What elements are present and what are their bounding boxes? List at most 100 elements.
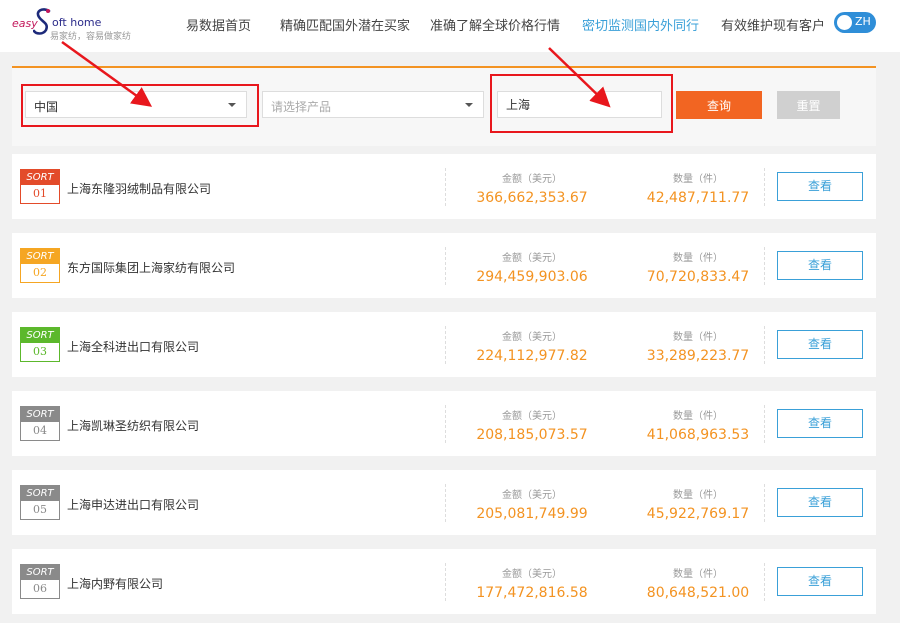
divider (445, 247, 446, 285)
divider (445, 484, 446, 522)
quantity-value: 41,068,963.53 (646, 427, 750, 443)
divider (764, 247, 765, 285)
view-button[interactable]: 查看 (777, 488, 863, 517)
amount-metric: 金额（美元） 208,185,073.57 (462, 407, 602, 443)
view-button[interactable]: 查看 (777, 330, 863, 359)
result-row: SORT 03 上海全科进出口有限公司 金额（美元） 224,112,977.8… (12, 312, 876, 377)
rank-number: 02 (33, 266, 47, 279)
rank-number: 06 (33, 582, 47, 595)
quantity-value: 33,289,223.77 (646, 348, 750, 364)
divider (445, 326, 446, 364)
rank-badge-label: SORT (21, 328, 59, 343)
quantity-value: 45,922,769.17 (646, 506, 750, 522)
quantity-label: 数量（件） (673, 253, 723, 264)
top-header: easy oft home 易家纺，容易做家纺 易数据首页 精确匹配国外潜在买家… (0, 0, 900, 52)
nav-item-competitors[interactable]: 密切监测国内外同行 (582, 15, 699, 34)
result-row: SORT 01 上海东隆羽绒制品有限公司 金额（美元） 366,662,353.… (12, 154, 876, 219)
amount-label: 金额（美元） (502, 253, 562, 264)
divider (764, 484, 765, 522)
quantity-metric: 数量（件） 41,068,963.53 (628, 407, 768, 443)
divider (764, 563, 765, 601)
query-button[interactable]: 查询 (676, 91, 762, 119)
view-button[interactable]: 查看 (777, 251, 863, 280)
amount-value: 208,185,073.57 (476, 427, 588, 443)
company-name: 上海内野有限公司 (67, 577, 164, 591)
logo[interactable]: easy oft home 易家纺，容易做家纺 (12, 6, 142, 46)
quantity-metric: 数量（件） 45,922,769.17 (628, 486, 768, 522)
company-name: 上海申达进出口有限公司 (67, 498, 200, 512)
rank-number: 03 (33, 345, 47, 358)
rank-badge: SORT 02 (20, 248, 60, 283)
amount-value: 224,112,977.82 (476, 348, 588, 364)
divider (445, 563, 446, 601)
quantity-metric: 数量（件） 70,720,833.47 (628, 249, 768, 285)
quantity-label: 数量（件） (673, 569, 723, 580)
company-name: 东方国际集团上海家纺有限公司 (67, 261, 236, 275)
language-toggle[interactable]: ZH (834, 12, 876, 33)
quantity-metric: 数量（件） 80,648,521.00 (628, 565, 768, 601)
logo-tagline: 易家纺，容易做家纺 (50, 32, 132, 42)
result-row: SORT 06 上海内野有限公司 金额（美元） 177,472,816.58 数… (12, 549, 876, 614)
nav-item-prices[interactable]: 准确了解全球价格行情 (430, 15, 560, 34)
results-list: SORT 01 上海东隆羽绒制品有限公司 金额（美元） 366,662,353.… (12, 154, 876, 623)
rank-badge-label: SORT (21, 407, 59, 422)
amount-value: 294,459,903.06 (476, 269, 588, 285)
toggle-knob (837, 15, 852, 30)
rank-badge: SORT 05 (20, 485, 60, 520)
quantity-label: 数量（件） (673, 332, 723, 343)
logo-brand: oft home (52, 16, 102, 29)
amount-metric: 金额（美元） 224,112,977.82 (462, 328, 602, 364)
rank-number: 01 (33, 187, 47, 200)
view-button[interactable]: 查看 (777, 409, 863, 438)
company-name: 上海凯琳圣纺织有限公司 (67, 419, 200, 433)
nav-item-home[interactable]: 易数据首页 (186, 15, 251, 34)
result-row: SORT 04 上海凯琳圣纺织有限公司 金额（美元） 208,185,073.5… (12, 391, 876, 456)
rank-badge-label: SORT (21, 249, 59, 264)
quantity-value: 70,720,833.47 (646, 269, 750, 285)
amount-value: 205,081,749.99 (476, 506, 588, 522)
rank-number: 04 (33, 424, 47, 437)
product-select-placeholder: 请选择产品 (271, 100, 332, 114)
quantity-value: 80,648,521.00 (646, 585, 750, 601)
reset-button[interactable]: 重置 (777, 91, 840, 119)
rank-badge-label: SORT (21, 565, 59, 580)
quantity-metric: 数量（件） 33,289,223.77 (628, 328, 768, 364)
divider (764, 168, 765, 206)
divider (764, 405, 765, 443)
amount-label: 金额（美元） (502, 490, 562, 501)
amount-metric: 金额（美元） 366,662,353.67 (462, 170, 602, 206)
rank-badge: SORT 01 (20, 169, 60, 204)
result-row: SORT 05 上海申达进出口有限公司 金额（美元） 205,081,749.9… (12, 470, 876, 535)
nav-item-customers[interactable]: 有效维护现有客户 (721, 15, 825, 34)
rank-number: 05 (33, 503, 47, 516)
rank-badge: SORT 03 (20, 327, 60, 362)
divider (445, 405, 446, 443)
nav-item-buyers[interactable]: 精确匹配国外潜在买家 (280, 15, 410, 34)
amount-metric: 金额（美元） 294,459,903.06 (462, 249, 602, 285)
annotation-box-city (490, 74, 673, 133)
amount-label: 金额（美元） (502, 569, 562, 580)
language-label: ZH (855, 15, 871, 28)
amount-metric: 金额（美元） 205,081,749.99 (462, 486, 602, 522)
rank-badge: SORT 04 (20, 406, 60, 441)
amount-value: 366,662,353.67 (476, 190, 588, 206)
product-select[interactable]: 请选择产品 (262, 91, 484, 118)
amount-label: 金额（美元） (502, 332, 562, 343)
rank-badge-label: SORT (21, 170, 59, 185)
company-name: 上海东隆羽绒制品有限公司 (67, 182, 212, 196)
rank-badge: SORT 06 (20, 564, 60, 599)
chevron-down-icon (465, 103, 473, 107)
company-name: 上海全科进出口有限公司 (67, 340, 200, 354)
result-row: SORT 02 东方国际集团上海家纺有限公司 金额（美元） 294,459,90… (12, 233, 876, 298)
rank-badge-label: SORT (21, 486, 59, 501)
quantity-label: 数量（件） (673, 490, 723, 501)
view-button[interactable]: 查看 (777, 567, 863, 596)
amount-label: 金额（美元） (502, 174, 562, 185)
quantity-value: 42,487,711.77 (646, 190, 750, 206)
amount-value: 177,472,816.58 (476, 585, 588, 601)
divider (445, 168, 446, 206)
amount-label: 金额（美元） (502, 411, 562, 422)
view-button[interactable]: 查看 (777, 172, 863, 201)
annotation-box-country (21, 84, 259, 127)
quantity-label: 数量（件） (673, 174, 723, 185)
